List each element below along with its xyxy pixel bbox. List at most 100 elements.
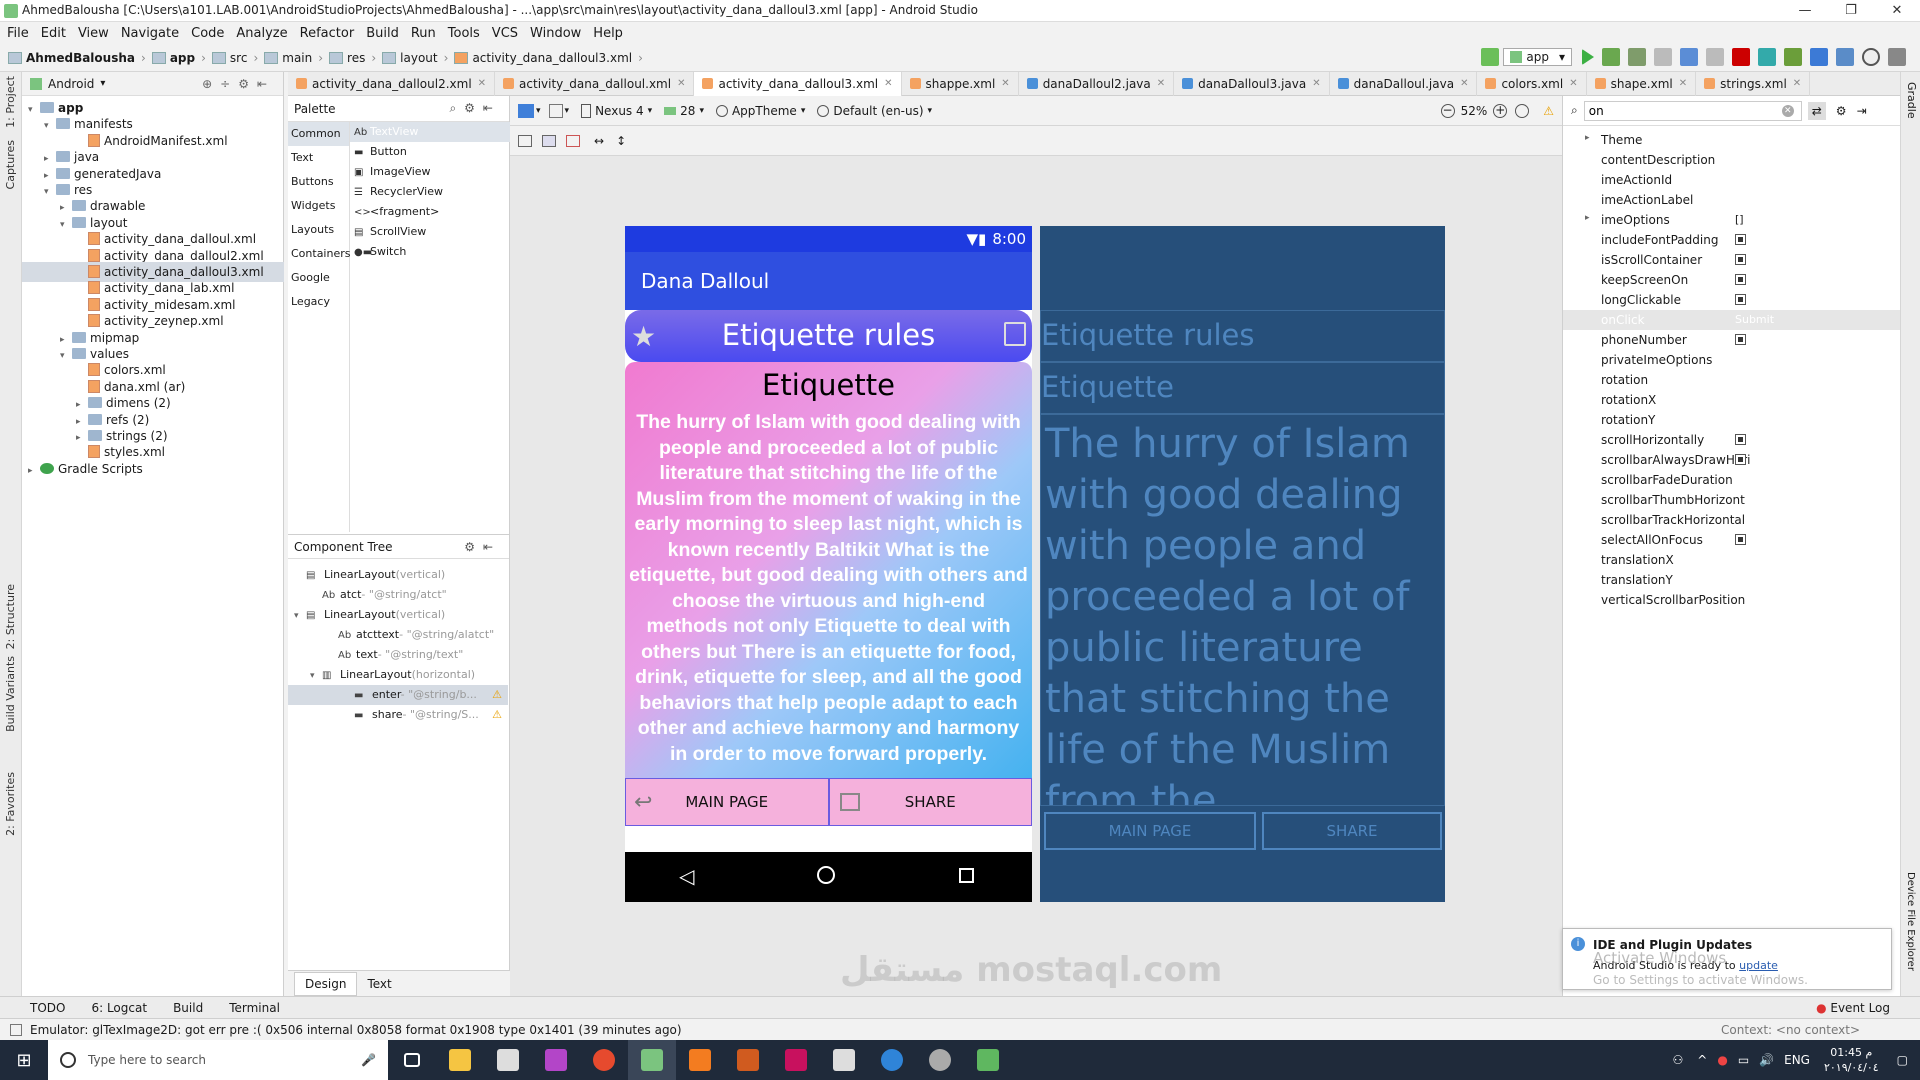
- event-log-button[interactable]: ● Event Log: [1816, 1001, 1890, 1015]
- close-icon[interactable]: ✕: [1793, 78, 1801, 89]
- palette-category-buttons[interactable]: Buttons: [288, 170, 349, 194]
- attribute-row[interactable]: selectAllOnFocus: [1563, 530, 1901, 550]
- zoom-fit-icon[interactable]: [1515, 103, 1530, 118]
- design-surface-icon[interactable]: [518, 134, 532, 147]
- breadcrumb-item[interactable]: activity_dana_dalloul3.xml ›: [454, 51, 643, 65]
- breadcrumb-item[interactable]: app ›: [151, 51, 206, 65]
- menu-item-run[interactable]: Run: [411, 26, 436, 41]
- resize-vertical-icon[interactable]: ↕: [616, 134, 626, 148]
- zoom-out-icon[interactable]: −: [1440, 103, 1455, 118]
- attribute-row[interactable]: longClickable: [1563, 290, 1901, 310]
- swap-view-icon[interactable]: ⇄: [1807, 101, 1826, 120]
- attribute-row[interactable]: contentDescription: [1563, 150, 1901, 170]
- menu-item-window[interactable]: Window: [530, 26, 581, 41]
- warning-icon[interactable]: ⚠: [492, 685, 502, 705]
- attribute-value[interactable]: []: [1735, 213, 1744, 226]
- phpstorm-icon[interactable]: [532, 1040, 580, 1080]
- locale-select[interactable]: Default (en-us): [833, 104, 923, 118]
- close-icon[interactable]: ✕: [1679, 78, 1687, 89]
- notifications-icon[interactable]: ▢: [1897, 1053, 1908, 1067]
- breadcrumb-item[interactable]: main ›: [264, 51, 323, 65]
- settings-icon[interactable]: [1888, 48, 1906, 66]
- editor-tab[interactable]: shape.xml ✕: [1587, 71, 1697, 96]
- attribute-checkbox[interactable]: [1735, 334, 1746, 345]
- avd-manager-icon[interactable]: [1784, 48, 1802, 66]
- language-indicator[interactable]: ENG: [1784, 1053, 1810, 1067]
- warning-icon[interactable]: ⚠: [492, 705, 502, 725]
- tab-design[interactable]: Design: [294, 971, 358, 996]
- attribute-value[interactable]: Submit: [1735, 313, 1774, 326]
- chevron-right-icon[interactable]: ▸: [1585, 213, 1590, 223]
- blueprint-icon[interactable]: [542, 134, 556, 147]
- matlab-icon[interactable]: [724, 1040, 772, 1080]
- attribute-row[interactable]: keepScreenOn: [1563, 270, 1901, 290]
- menu-item-build[interactable]: Build: [366, 26, 399, 41]
- component-tree-item[interactable]: Ab atct- "@string/atct": [288, 585, 508, 605]
- build-tool-button[interactable]: Build: [173, 1001, 203, 1015]
- theme-select[interactable]: AppTheme: [732, 104, 797, 118]
- tray-app-icon[interactable]: ●: [1717, 1053, 1727, 1067]
- editor-tab[interactable]: danaDalloul.java ✕: [1330, 71, 1478, 96]
- sync-gradle-icon[interactable]: [1758, 48, 1776, 66]
- captures-tool-button[interactable]: Captures: [4, 140, 17, 189]
- blueprint-preview[interactable]: Etiquette rules Etiquette The hurry of I…: [1040, 226, 1445, 902]
- attribute-row[interactable]: scrollHorizontally: [1563, 430, 1901, 450]
- app-icon[interactable]: [916, 1040, 964, 1080]
- project-tree-item[interactable]: ▸ Gradle Scripts: [22, 459, 284, 479]
- attribute-row[interactable]: scrollbarThumbHorizont: [1563, 490, 1901, 510]
- component-tree-item[interactable]: ▾ ▥ LinearLayout(horizontal): [288, 665, 508, 685]
- attribute-checkbox[interactable]: [1735, 274, 1746, 285]
- attribute-row[interactable]: phoneNumber: [1563, 330, 1901, 350]
- layers-icon[interactable]: [518, 103, 534, 118]
- menu-item-edit[interactable]: Edit: [41, 26, 66, 41]
- orientation-icon[interactable]: [548, 103, 563, 118]
- breadcrumb-item[interactable]: layout ›: [382, 51, 448, 65]
- hammer-icon[interactable]: [1481, 48, 1500, 66]
- network-icon[interactable]: ▭: [1738, 1053, 1749, 1067]
- palette-actions[interactable]: ⌕⚙⇤: [449, 101, 501, 116]
- stop-icon[interactable]: [1732, 48, 1750, 66]
- indesign-icon[interactable]: [772, 1040, 820, 1080]
- attribute-row[interactable]: translationY: [1563, 570, 1901, 590]
- mail-icon[interactable]: [820, 1040, 868, 1080]
- attribute-checkbox[interactable]: [1735, 234, 1746, 245]
- palette-widget[interactable]: ▣ ImageView: [350, 162, 510, 182]
- editor-tab[interactable]: shappe.xml ✕: [902, 71, 1019, 96]
- main-page-button[interactable]: ↩ MAIN PAGE: [625, 778, 829, 826]
- microphone-icon[interactable]: 🎤: [361, 1053, 376, 1067]
- menu-item-navigate[interactable]: Navigate: [121, 26, 179, 41]
- api-select[interactable]: 28: [680, 104, 695, 118]
- menu-item-view[interactable]: View: [78, 26, 109, 41]
- attribute-checkbox[interactable]: [1735, 434, 1746, 445]
- palette-widget[interactable]: Ab TextView: [350, 122, 510, 142]
- chevron-down-icon[interactable]: ▾: [565, 106, 570, 116]
- breadcrumb-item[interactable]: src ›: [211, 51, 258, 65]
- taskbar-search[interactable]: Type here to search 🎤: [48, 1040, 388, 1080]
- constraints-icon[interactable]: [566, 134, 580, 147]
- project-view-select[interactable]: Android: [48, 77, 94, 91]
- attribute-checkbox[interactable]: [1735, 294, 1746, 305]
- component-tree-item[interactable]: ▬ share- "@string/S... ⚠: [288, 705, 508, 725]
- edge-icon[interactable]: [868, 1040, 916, 1080]
- close-button[interactable]: ✕: [1874, 0, 1920, 22]
- editor-tab[interactable]: activity_dana_dalloul.xml ✕: [495, 71, 695, 96]
- editor-tab[interactable]: strings.xml ✕: [1696, 71, 1811, 96]
- attribute-row[interactable]: includeFontPadding: [1563, 230, 1901, 250]
- palette-category-google[interactable]: Google: [288, 266, 349, 290]
- attribute-checkbox[interactable]: [1735, 534, 1746, 545]
- project-structure-icon[interactable]: [1836, 48, 1854, 66]
- menu-item-file[interactable]: File: [7, 26, 29, 41]
- editor-tab[interactable]: activity_dana_dalloul2.xml ✕: [288, 71, 496, 96]
- chevron-right-icon[interactable]: ▸: [28, 461, 40, 481]
- apply-changes-icon[interactable]: [1680, 48, 1698, 66]
- palette-widget[interactable]: <><fragment>: [350, 202, 510, 222]
- device-file-explorer-button[interactable]: Device File Explorer: [1905, 872, 1916, 971]
- gradle-tool-button[interactable]: Gradle: [1905, 82, 1918, 119]
- hide-panel-icon[interactable]: ⇥: [1857, 104, 1867, 118]
- menu-item-analyze[interactable]: Analyze: [236, 26, 287, 41]
- file-explorer-icon[interactable]: [436, 1040, 484, 1080]
- search-icon[interactable]: [1862, 48, 1880, 66]
- palette-category-legacy[interactable]: Legacy: [288, 290, 349, 314]
- palette-category-widgets[interactable]: Widgets: [288, 194, 349, 218]
- notification-update-link[interactable]: update: [1739, 959, 1778, 972]
